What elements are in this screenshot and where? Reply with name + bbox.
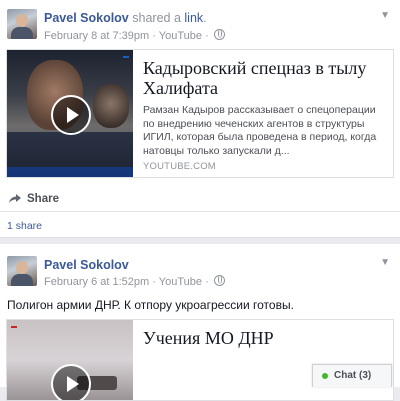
post-header: Pavel Sokolov shared a link. [44, 11, 207, 25]
online-status-icon [322, 373, 328, 379]
avatar-torso [11, 274, 33, 286]
globe-icon[interactable] [213, 29, 225, 40]
avatar-torso [11, 27, 33, 39]
feed-post: Pavel Sokolov shared a link. ▼ February … [0, 0, 400, 238]
post-meta: February 8 at 7:39pm · YouTube · [44, 29, 225, 42]
post-options-chevron-icon[interactable]: ▼ [380, 257, 390, 268]
card-description: Рамзан Кадыров рассказывает о спецоперац… [143, 104, 377, 157]
post-timestamp[interactable]: February 8 at 7:39pm [44, 30, 149, 42]
link-preview-card[interactable]: Кадыровский спецназ в тылу Халифата Рамз… [6, 49, 394, 178]
author-avatar[interactable] [7, 9, 37, 39]
action-suffix: . [203, 11, 207, 25]
meta-separator: · [205, 30, 209, 42]
post-source: YouTube [158, 30, 202, 42]
avatar-head [16, 261, 28, 274]
post-action: shared a link. [132, 11, 206, 25]
card-text: Кадыровский спецназ в тылу Халифата Рамз… [143, 58, 385, 172]
card-title[interactable]: Учения МО ДНР [143, 328, 385, 348]
meta-separator: · [205, 276, 209, 288]
author-name[interactable]: Pavel Sokolov [44, 11, 129, 25]
meta-separator: · [152, 30, 156, 42]
post-text: Полигон армии ДНР. К отпору укроагрессии… [7, 298, 294, 312]
post-source: YouTube [158, 276, 202, 288]
post-header: Pavel Sokolov [44, 258, 129, 272]
action-text: shared a [132, 11, 181, 25]
tv-channel-logo [11, 326, 17, 328]
play-icon[interactable] [51, 95, 91, 135]
avatar-head [16, 14, 28, 27]
share-button[interactable]: Share [9, 193, 59, 205]
author-name[interactable]: Pavel Sokolov [44, 258, 129, 272]
play-icon[interactable] [51, 364, 91, 400]
thumbnail-face-secondary [93, 84, 129, 128]
video-thumbnail[interactable] [7, 50, 133, 177]
card-text: Учения МО ДНР [143, 328, 385, 348]
post-meta: February 6 at 1:52pm · YouTube · [44, 275, 225, 288]
chat-label: Chat (3) [334, 370, 372, 381]
thumbnail-lower-third [7, 167, 133, 177]
share-arrow-icon [9, 194, 21, 203]
video-thumbnail[interactable] [7, 320, 133, 400]
link-preview-card[interactable]: Учения МО ДНР [6, 319, 394, 401]
share-count-link[interactable]: 1 share [7, 220, 42, 232]
chat-sidebar-button[interactable]: Chat (3) [312, 364, 392, 387]
meta-separator: · [152, 276, 156, 288]
card-domain: YOUTUBE.COM [143, 161, 216, 172]
card-title[interactable]: Кадыровский спецназ в тылу Халифата [143, 58, 385, 98]
post-options-chevron-icon[interactable]: ▼ [380, 10, 390, 21]
post-divider [0, 211, 400, 212]
author-avatar[interactable] [7, 256, 37, 286]
share-label: Share [27, 193, 59, 205]
globe-icon[interactable] [213, 275, 225, 286]
link-label[interactable]: link [184, 11, 203, 25]
tv-channel-logo [123, 56, 129, 58]
post-timestamp[interactable]: February 6 at 1:52pm [44, 276, 149, 288]
